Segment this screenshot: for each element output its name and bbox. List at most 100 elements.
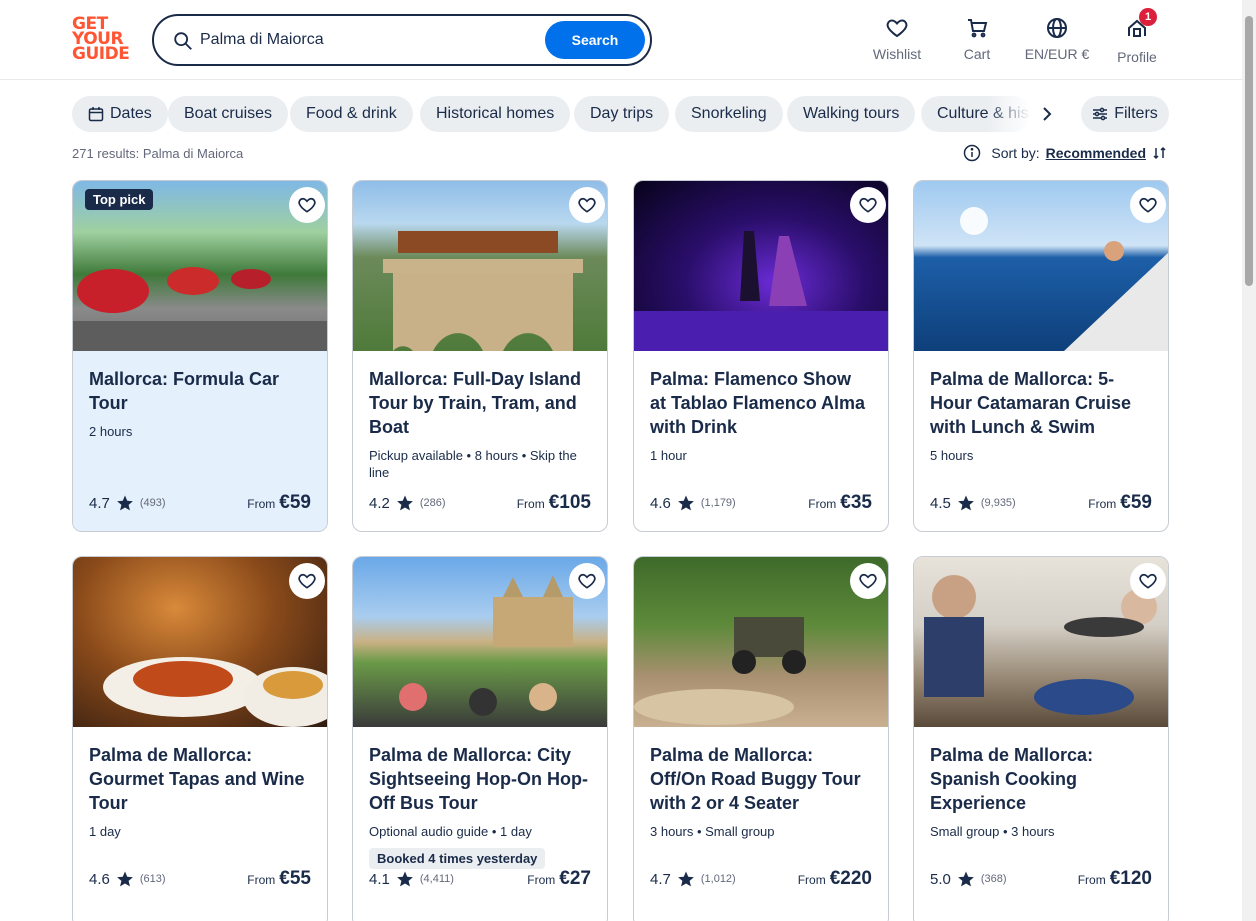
card-image-train[interactable] bbox=[353, 181, 607, 351]
card-title[interactable]: Palma de Mallorca: Spanish Cooking Exper… bbox=[930, 743, 1152, 815]
wishlist-heart-button[interactable] bbox=[569, 187, 605, 223]
chip-boat-cruises[interactable]: Boat cruises bbox=[168, 96, 289, 132]
page-scrollbar[interactable] bbox=[1242, 0, 1256, 921]
star-icon bbox=[677, 871, 694, 887]
card-footer: 4.1 (4,411) From €27 bbox=[369, 867, 591, 891]
wishlist-heart-button[interactable] bbox=[289, 187, 325, 223]
chip-label: Historical homes bbox=[436, 105, 555, 122]
card-meta: 5 hours bbox=[930, 448, 974, 463]
card-price: From €220 bbox=[798, 868, 872, 890]
heart-icon bbox=[1139, 573, 1157, 589]
activity-card[interactable]: Palma de Mallorca: Spanish Cooking Exper… bbox=[913, 556, 1169, 921]
nav-cart-label: Cart bbox=[963, 46, 991, 62]
card-title[interactable]: Palma de Mallorca: Off/On Road Buggy Tou… bbox=[650, 743, 872, 815]
card-price: From €27 bbox=[527, 868, 591, 890]
card-review-count: (286) bbox=[419, 497, 446, 509]
filters-button-label: Filters bbox=[1114, 105, 1158, 122]
price-from: From bbox=[527, 873, 556, 887]
getyourguide-logo[interactable]: GET YOUR GUIDE bbox=[72, 16, 130, 63]
chip-day-trips[interactable]: Day trips bbox=[574, 96, 670, 132]
card-title[interactable]: Palma de Mallorca: City Sightseeing Hop-… bbox=[369, 743, 591, 815]
chip-label: Walking tours bbox=[803, 105, 900, 122]
chip-label: Culture & his bbox=[937, 105, 1029, 122]
card-body: Palma: Flamenco Show at Tablao Flamenco … bbox=[634, 351, 888, 531]
chevron-right-icon[interactable] bbox=[1037, 104, 1057, 124]
filter-bar: Dates Boat cruises Food & drink Historic… bbox=[72, 96, 1172, 132]
chip-food-drink[interactable]: Food & drink bbox=[290, 96, 413, 132]
card-meta: Optional audio guide • 1 day bbox=[369, 824, 532, 839]
sort-value[interactable]: Recommended bbox=[1046, 145, 1146, 161]
card-price: From €59 bbox=[247, 492, 311, 514]
nav-language[interactable]: EN/EUR € bbox=[1024, 16, 1090, 64]
wishlist-heart-button[interactable] bbox=[1130, 563, 1166, 599]
activity-card[interactable]: Palma: Flamenco Show at Tablao Flamenco … bbox=[633, 180, 889, 532]
card-image-cooking[interactable] bbox=[914, 557, 1168, 727]
card-rating: 5.0 bbox=[930, 870, 951, 888]
card-meta: 1 hour bbox=[650, 448, 687, 463]
wishlist-heart-button[interactable] bbox=[1130, 187, 1166, 223]
heart-icon bbox=[859, 197, 877, 213]
activity-card[interactable]: Palma de Mallorca: Gourmet Tapas and Win… bbox=[72, 556, 328, 921]
sort-label: Sort by: bbox=[991, 145, 1040, 161]
card-price: From €105 bbox=[517, 492, 591, 514]
price-amount: €120 bbox=[1109, 868, 1152, 889]
card-meta: Small group • 3 hours bbox=[930, 824, 1055, 839]
card-image-tapas[interactable] bbox=[73, 557, 327, 727]
star-icon bbox=[116, 495, 133, 511]
search-button[interactable]: Search bbox=[545, 21, 645, 59]
star-icon bbox=[957, 871, 974, 887]
chip-historical-homes[interactable]: Historical homes bbox=[420, 96, 571, 132]
price-amount: €220 bbox=[829, 868, 872, 889]
wishlist-heart-button[interactable] bbox=[850, 563, 886, 599]
activity-card[interactable]: Palma de Mallorca: City Sightseeing Hop-… bbox=[352, 556, 608, 921]
sort-control[interactable]: Sort by: Recommended bbox=[963, 144, 1168, 162]
card-price: From €55 bbox=[247, 868, 311, 890]
filters-button[interactable]: Filters bbox=[1081, 96, 1169, 132]
info-icon[interactable] bbox=[963, 144, 981, 162]
card-footer: 4.6 (613) From €55 bbox=[89, 867, 311, 891]
wishlist-heart-button[interactable] bbox=[569, 563, 605, 599]
chip-label: Food & drink bbox=[306, 105, 397, 122]
card-title[interactable]: Mallorca: Full-Day Island Tour by Train,… bbox=[369, 367, 591, 439]
activity-card[interactable]: Palma de Mallorca: 5-Hour Catamaran Crui… bbox=[913, 180, 1169, 532]
card-rating: 4.7 bbox=[650, 870, 671, 888]
card-title[interactable]: Palma de Mallorca: 5-Hour Catamaran Crui… bbox=[930, 367, 1152, 439]
star-icon bbox=[957, 495, 974, 511]
card-image-buggy[interactable] bbox=[634, 557, 888, 727]
nav-wishlist-label: Wishlist bbox=[872, 46, 922, 62]
card-image-flamenco[interactable] bbox=[634, 181, 888, 351]
wishlist-heart-button[interactable] bbox=[289, 563, 325, 599]
card-image-formula-car[interactable]: Top pick bbox=[73, 181, 327, 351]
chip-snorkeling[interactable]: Snorkeling bbox=[675, 96, 783, 132]
card-image-catamaran[interactable] bbox=[914, 181, 1168, 351]
card-image-hop-on-bus[interactable] bbox=[353, 557, 607, 727]
card-title[interactable]: Palma: Flamenco Show at Tablao Flamenco … bbox=[650, 367, 872, 439]
activity-card[interactable]: Top pick Mallorca: Formula Car Tour 2 ho… bbox=[72, 180, 328, 532]
chip-culture-history[interactable]: Culture & his bbox=[921, 96, 1031, 132]
card-title[interactable]: Mallorca: Formula Car Tour bbox=[89, 367, 311, 415]
card-body: Palma de Mallorca: Gourmet Tapas and Win… bbox=[73, 727, 327, 921]
star-icon bbox=[396, 495, 413, 511]
price-from: From bbox=[808, 497, 837, 511]
card-review-count: (613) bbox=[139, 873, 166, 885]
search-input[interactable] bbox=[200, 24, 540, 56]
card-footer: 4.5 (9,935) From €59 bbox=[930, 491, 1152, 515]
chip-walking-tours[interactable]: Walking tours bbox=[787, 96, 916, 132]
card-meta: 2 hours bbox=[89, 424, 133, 439]
card-title[interactable]: Palma de Mallorca: Gourmet Tapas and Win… bbox=[89, 743, 311, 815]
chip-dates[interactable]: Dates bbox=[72, 96, 168, 132]
card-body: Mallorca: Formula Car Tour 2 hours 4.7 (… bbox=[73, 351, 327, 531]
nav-cart[interactable]: Cart bbox=[960, 16, 994, 64]
wishlist-heart-button[interactable] bbox=[850, 187, 886, 223]
card-review-count: (4,411) bbox=[419, 873, 454, 885]
cart-icon bbox=[968, 19, 988, 38]
nav-profile[interactable]: 1 Profile bbox=[1117, 8, 1157, 65]
card-footer: 4.7 (1,012) From €220 bbox=[650, 867, 872, 891]
scrollbar-thumb[interactable] bbox=[1245, 16, 1253, 286]
activity-card[interactable]: Mallorca: Full-Day Island Tour by Train,… bbox=[352, 180, 608, 532]
card-meta: Pickup available • 8 hours • Skip the li… bbox=[369, 448, 577, 480]
activity-card[interactable]: Palma de Mallorca: Off/On Road Buggy Tou… bbox=[633, 556, 889, 921]
nav-wishlist[interactable]: Wishlist bbox=[872, 16, 922, 64]
heart-icon bbox=[886, 19, 908, 38]
card-rating: 4.7 bbox=[89, 494, 110, 512]
